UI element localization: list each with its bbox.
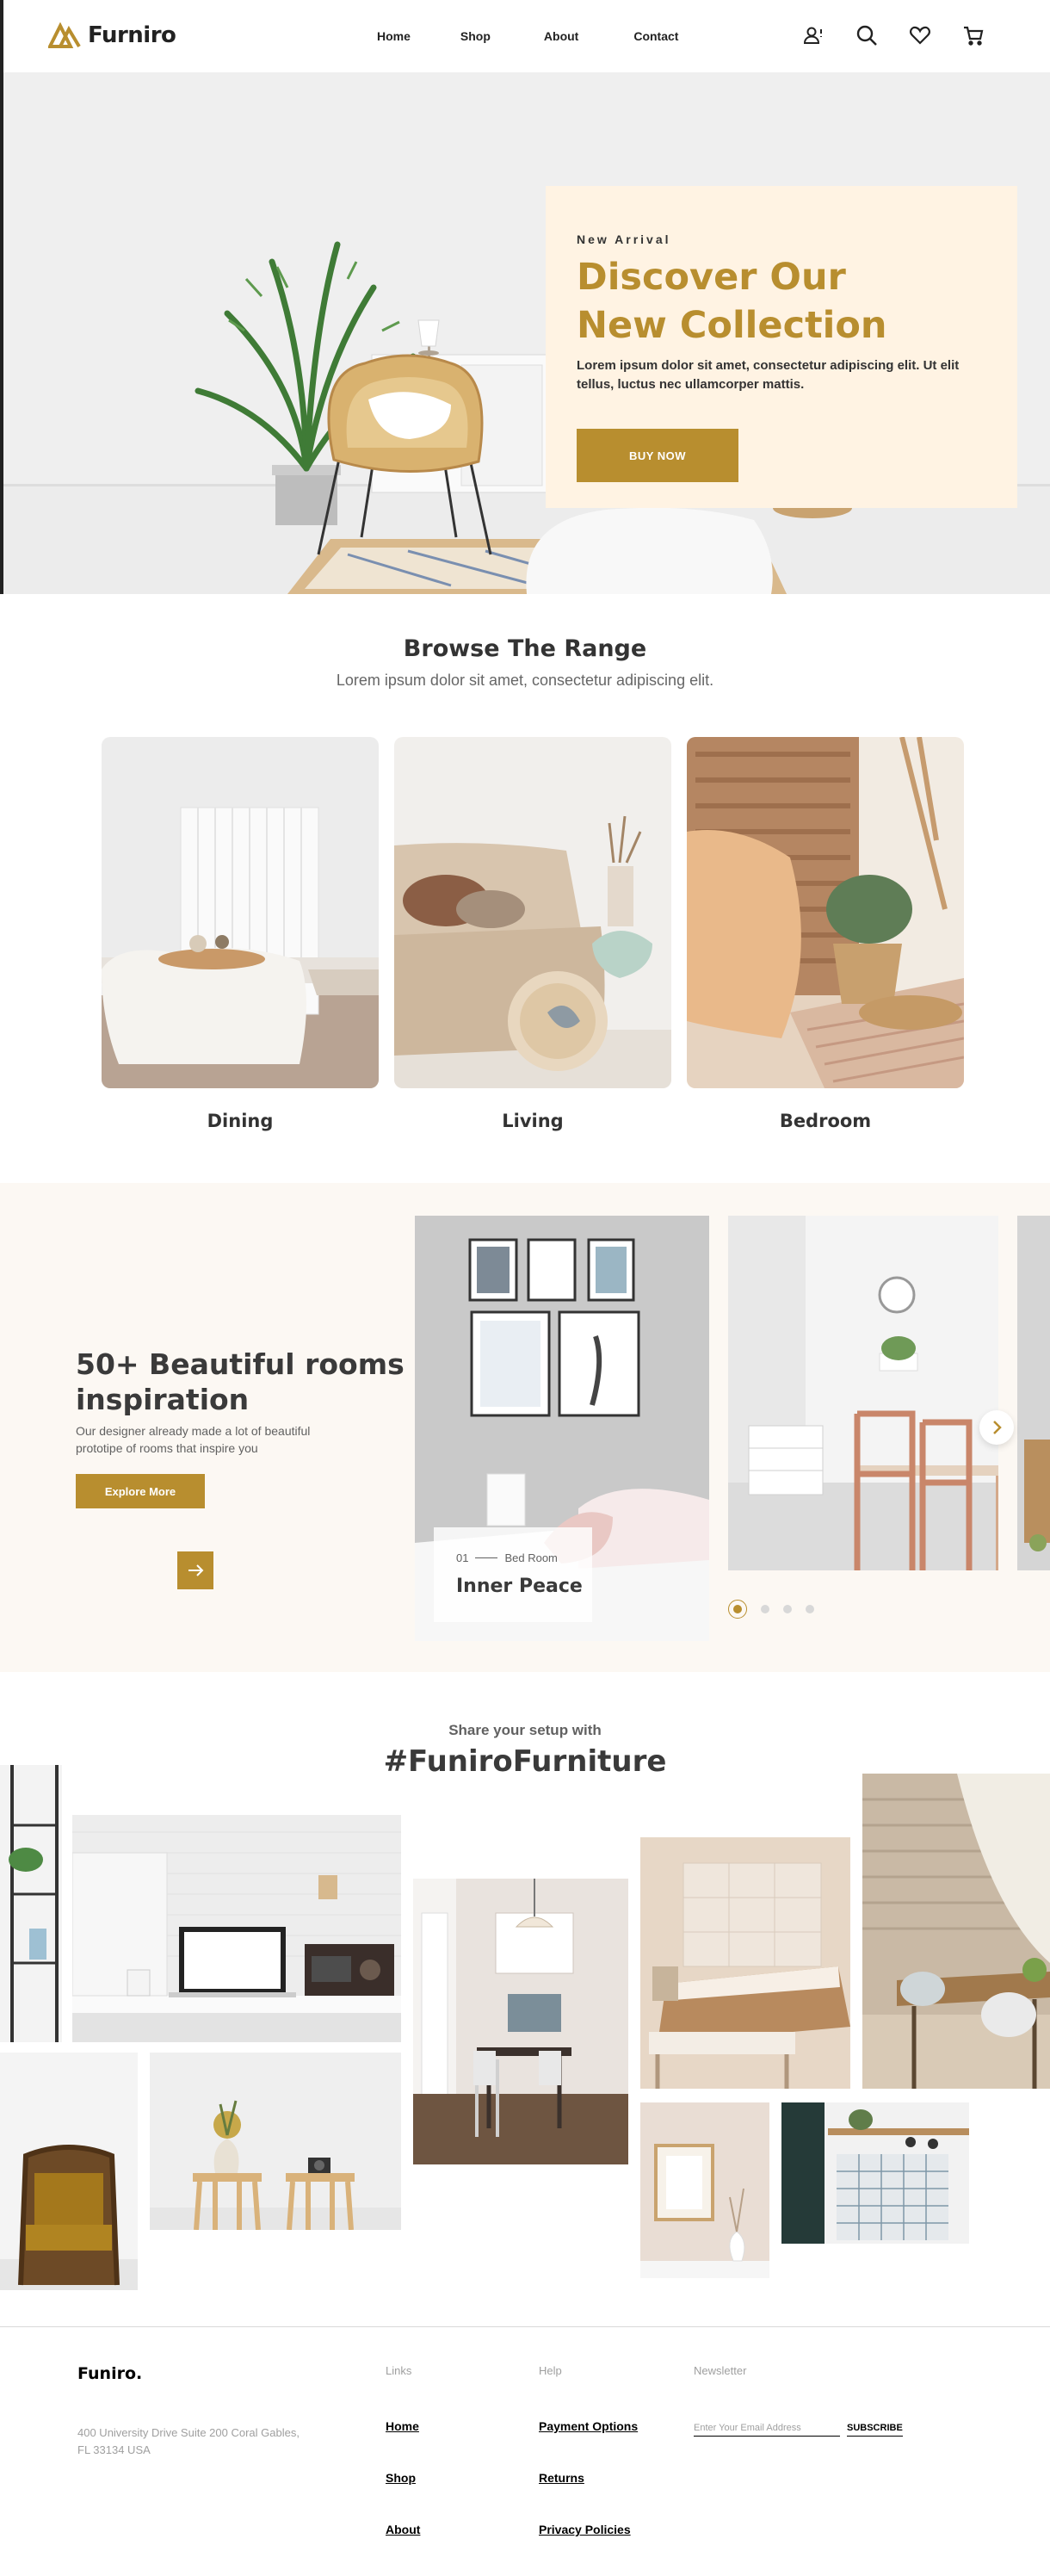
room-number: 01 bbox=[456, 1551, 469, 1564]
account-alert-icon[interactable] bbox=[802, 24, 825, 46]
subscribe-button[interactable]: SUBSCRIBE bbox=[847, 2419, 903, 2437]
inspiration-description: Our designer already made a lot of beaut… bbox=[76, 1424, 311, 1455]
site-header: Furniro Home Shop About Contact bbox=[0, 0, 1050, 72]
kitchen-table-image bbox=[862, 1774, 1050, 2089]
bedroom-gallery-image bbox=[640, 1837, 850, 2089]
footer-address: 400 University Drive Suite 200 Coral Gab… bbox=[77, 2426, 300, 2456]
inspiration-section: 50+ Beautiful rooms inspiration Our desi… bbox=[0, 1183, 1050, 1672]
stools-image bbox=[150, 2053, 401, 2230]
hero-banner: New Arrival Discover Our New Collection … bbox=[0, 72, 1050, 594]
slider-next-button[interactable] bbox=[979, 1410, 1014, 1445]
brand-logo[interactable]: Furniro bbox=[48, 22, 176, 48]
gallery-tile-kitchen-table[interactable] bbox=[862, 1774, 1050, 2089]
category-card-living[interactable] bbox=[394, 737, 671, 1088]
hero-title: Discover Our New Collection bbox=[577, 256, 887, 347]
nav-about[interactable]: About bbox=[544, 29, 578, 43]
footer-link-shop[interactable]: Shop bbox=[386, 2471, 416, 2485]
footer-divider bbox=[0, 2326, 1050, 2327]
armchair-image bbox=[0, 2053, 138, 2290]
footer-links-heading: Links bbox=[386, 2364, 412, 2377]
hero-kicker: New Arrival bbox=[577, 232, 671, 246]
footer-newsletter-heading: Newsletter bbox=[694, 2364, 747, 2377]
search-icon[interactable] bbox=[855, 24, 878, 46]
room-open-button[interactable] bbox=[177, 1551, 213, 1589]
dining-image bbox=[102, 737, 379, 1088]
frame-vase-image bbox=[640, 2102, 769, 2278]
share-subtitle: Share your setup with bbox=[448, 1722, 602, 1738]
slider-dot[interactable] bbox=[761, 1605, 769, 1613]
dining-room-slide-image bbox=[728, 1216, 998, 1570]
nav-contact[interactable]: Contact bbox=[633, 29, 678, 43]
chevron-right-icon bbox=[993, 1421, 1002, 1434]
gallery-tile-shelf[interactable] bbox=[0, 1765, 62, 2042]
slider-dot[interactable] bbox=[728, 1600, 747, 1619]
cart-icon[interactable] bbox=[962, 24, 985, 46]
browse-subtitle: Lorem ipsum dolor sit amet, consectetur … bbox=[336, 672, 714, 689]
hero-card: New Arrival Discover Our New Collection … bbox=[546, 186, 1017, 508]
browse-title: Browse The Range bbox=[403, 635, 647, 662]
header-actions bbox=[802, 24, 985, 46]
hero-description: Lorem ipsum dolor sit amet, consectetur … bbox=[577, 358, 960, 392]
gallery-tile-stools[interactable] bbox=[150, 2053, 401, 2230]
gallery-tile-bedroom[interactable] bbox=[640, 1837, 850, 2089]
room-category: Bed Room bbox=[504, 1551, 558, 1564]
gallery-tile-dining[interactable] bbox=[413, 1879, 628, 2164]
room-peek-image bbox=[1017, 1216, 1050, 1570]
furniro-logo-icon bbox=[48, 22, 81, 48]
main-nav: Home Shop About Contact bbox=[377, 29, 678, 43]
category-label-dining: Dining bbox=[207, 1111, 274, 1131]
slider-dots bbox=[728, 1600, 814, 1619]
room-name: Inner Peace bbox=[456, 1576, 583, 1597]
room-info-card: 01 Bed Room Inner Peace bbox=[434, 1527, 592, 1622]
newsletter-email-input[interactable] bbox=[694, 2419, 840, 2437]
gallery-tile-kitchen-shelf[interactable] bbox=[781, 2102, 969, 2244]
brand-name: Furniro bbox=[88, 22, 176, 48]
arrow-right-icon bbox=[188, 1564, 204, 1576]
nav-shop[interactable]: Shop bbox=[460, 29, 491, 43]
gallery-tile-frame[interactable] bbox=[640, 2102, 769, 2278]
slider-dot[interactable] bbox=[806, 1605, 814, 1613]
footer-link-returns[interactable]: Returns bbox=[539, 2471, 584, 2485]
footer-brand: Funiro. bbox=[77, 2364, 143, 2383]
heart-icon[interactable] bbox=[909, 24, 931, 46]
dining-room-image bbox=[413, 1879, 628, 2164]
footer-link-about[interactable]: About bbox=[386, 2523, 420, 2536]
workspace-image bbox=[72, 1815, 401, 2042]
footer-link-payment-options[interactable]: Payment Options bbox=[539, 2419, 638, 2433]
category-card-bedroom[interactable] bbox=[687, 737, 964, 1088]
category-label-living: Living bbox=[502, 1111, 564, 1131]
shelf-image bbox=[0, 1765, 62, 2042]
room-slide-active[interactable]: 01 Bed Room Inner Peace bbox=[415, 1216, 709, 1641]
living-image bbox=[394, 737, 671, 1088]
slider-dot[interactable] bbox=[783, 1605, 792, 1613]
explore-more-button[interactable]: Explore More bbox=[76, 1474, 205, 1508]
room-slide-next[interactable] bbox=[728, 1216, 998, 1570]
gallery-tile-workspace[interactable] bbox=[72, 1815, 401, 2042]
nav-home[interactable]: Home bbox=[377, 29, 411, 43]
footer-help-heading: Help bbox=[539, 2364, 562, 2377]
inspiration-title: 50+ Beautiful rooms inspiration bbox=[76, 1347, 405, 1416]
room-slide-peek[interactable] bbox=[1017, 1216, 1050, 1570]
footer-link-privacy-policies[interactable]: Privacy Policies bbox=[539, 2523, 631, 2536]
category-label-bedroom: Bedroom bbox=[779, 1111, 872, 1131]
footer-link-home[interactable]: Home bbox=[386, 2419, 419, 2433]
buy-now-button[interactable]: BUY NOW bbox=[577, 429, 738, 482]
category-card-dining[interactable] bbox=[102, 737, 379, 1088]
gallery-tile-armchair[interactable] bbox=[0, 2053, 138, 2290]
kitchen-shelf-image bbox=[781, 2102, 969, 2244]
bedroom-image bbox=[687, 737, 964, 1088]
